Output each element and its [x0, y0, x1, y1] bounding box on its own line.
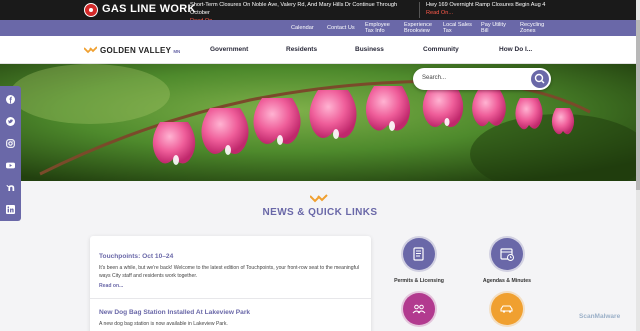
divider	[90, 298, 371, 299]
quick-link-agendas-minutes[interactable]: Agendas & Minutes	[467, 238, 547, 284]
alert-icon	[84, 3, 98, 17]
utility-link-recycling-zones[interactable]: Recycling Zones	[520, 20, 550, 36]
search-button[interactable]	[531, 70, 549, 88]
news-heading: NEWS & QUICK LINKS	[262, 207, 378, 218]
alert-title: GAS LINE WORK	[102, 3, 196, 15]
utility-link-contact-us[interactable]: Contact Us	[327, 20, 355, 36]
nav-item-government[interactable]: Government	[210, 46, 248, 53]
nav-item-residents[interactable]: Residents	[286, 46, 317, 53]
document-icon	[403, 238, 435, 270]
quick-link-transportation[interactable]	[467, 293, 547, 325]
nextdoor-icon[interactable]	[6, 183, 15, 192]
alert-item[interactable]: Hwy 169 Overnight Ramp Closures Begin Au…	[426, 1, 576, 17]
nav-item-how-do-i[interactable]: How Do I...	[499, 46, 532, 53]
utility-link-local-sales-tax[interactable]: Local Sales Tax	[443, 20, 473, 36]
scrollbar-thumb[interactable]	[636, 20, 640, 190]
utility-link-experience-brookview[interactable]: Experience Brookview	[404, 20, 436, 36]
logo-mark-icon	[84, 46, 97, 54]
calendar-clock-icon	[491, 238, 523, 270]
utility-bar: Calendar Contact Us Employee Tax Info Ex…	[0, 20, 640, 36]
utility-link-calendar[interactable]: Calendar	[291, 20, 314, 36]
news-item-title[interactable]: Touchpoints: Oct 10–24	[99, 253, 173, 260]
people-icon	[403, 293, 435, 325]
logo-text: GOLDEN VALLEY	[100, 45, 172, 55]
youtube-icon[interactable]	[6, 161, 15, 170]
logo-state: MN	[173, 48, 181, 54]
alert-read-more-link[interactable]: Read On...	[426, 9, 576, 17]
car-icon	[491, 293, 523, 325]
main-nav: GOLDEN VALLEY MN Government Residents Bu…	[0, 36, 640, 64]
social-media-rail	[0, 86, 21, 221]
search-placeholder: Search...	[422, 75, 447, 81]
watermark-text: ScanMalware	[579, 313, 621, 320]
alert-bar: GAS LINE WORK Short-Term Closures On Nob…	[0, 0, 640, 24]
hero-image: Search...	[0, 64, 640, 181]
utility-link-pay-utility-bill[interactable]: Pay Utility Bill	[481, 20, 511, 36]
quick-link-label: Permits & Licensing	[394, 278, 444, 284]
utility-link-employee-tax-info[interactable]: Employee Tax Info	[365, 20, 397, 36]
quick-link-label: Agendas & Minutes	[482, 278, 532, 284]
news-item-body: It's been a while, but we're back! Welco…	[99, 265, 359, 279]
logo[interactable]: GOLDEN VALLEY MN	[84, 44, 180, 56]
news-item-body: A new dog bag station is now available i…	[99, 321, 228, 327]
nav-item-business[interactable]: Business	[355, 46, 384, 53]
alert-item-text: Hwy 169 Overnight Ramp Closures Begin Au…	[426, 2, 546, 8]
quick-link-community[interactable]	[379, 293, 459, 325]
facebook-icon[interactable]	[6, 95, 15, 104]
instagram-icon[interactable]	[6, 139, 15, 148]
section-mark-icon	[310, 194, 328, 203]
alert-item-text: Short-Term Closures On Noble Ave, Valery…	[190, 2, 398, 16]
twitter-icon[interactable]	[6, 117, 15, 126]
nav-item-community[interactable]: Community	[423, 46, 459, 53]
news-item-title[interactable]: New Dog Bag Station Installed At Lakevie…	[99, 309, 250, 316]
search-input[interactable]: Search...	[413, 68, 551, 90]
search-icon	[534, 73, 545, 84]
news-card: Touchpoints: Oct 10–24 It's been a while…	[90, 236, 371, 331]
quick-link-permits-licensing[interactable]: Permits & Licensing	[379, 238, 459, 284]
alert-divider	[419, 2, 420, 18]
news-read-on-link[interactable]: Read on...	[99, 283, 123, 289]
